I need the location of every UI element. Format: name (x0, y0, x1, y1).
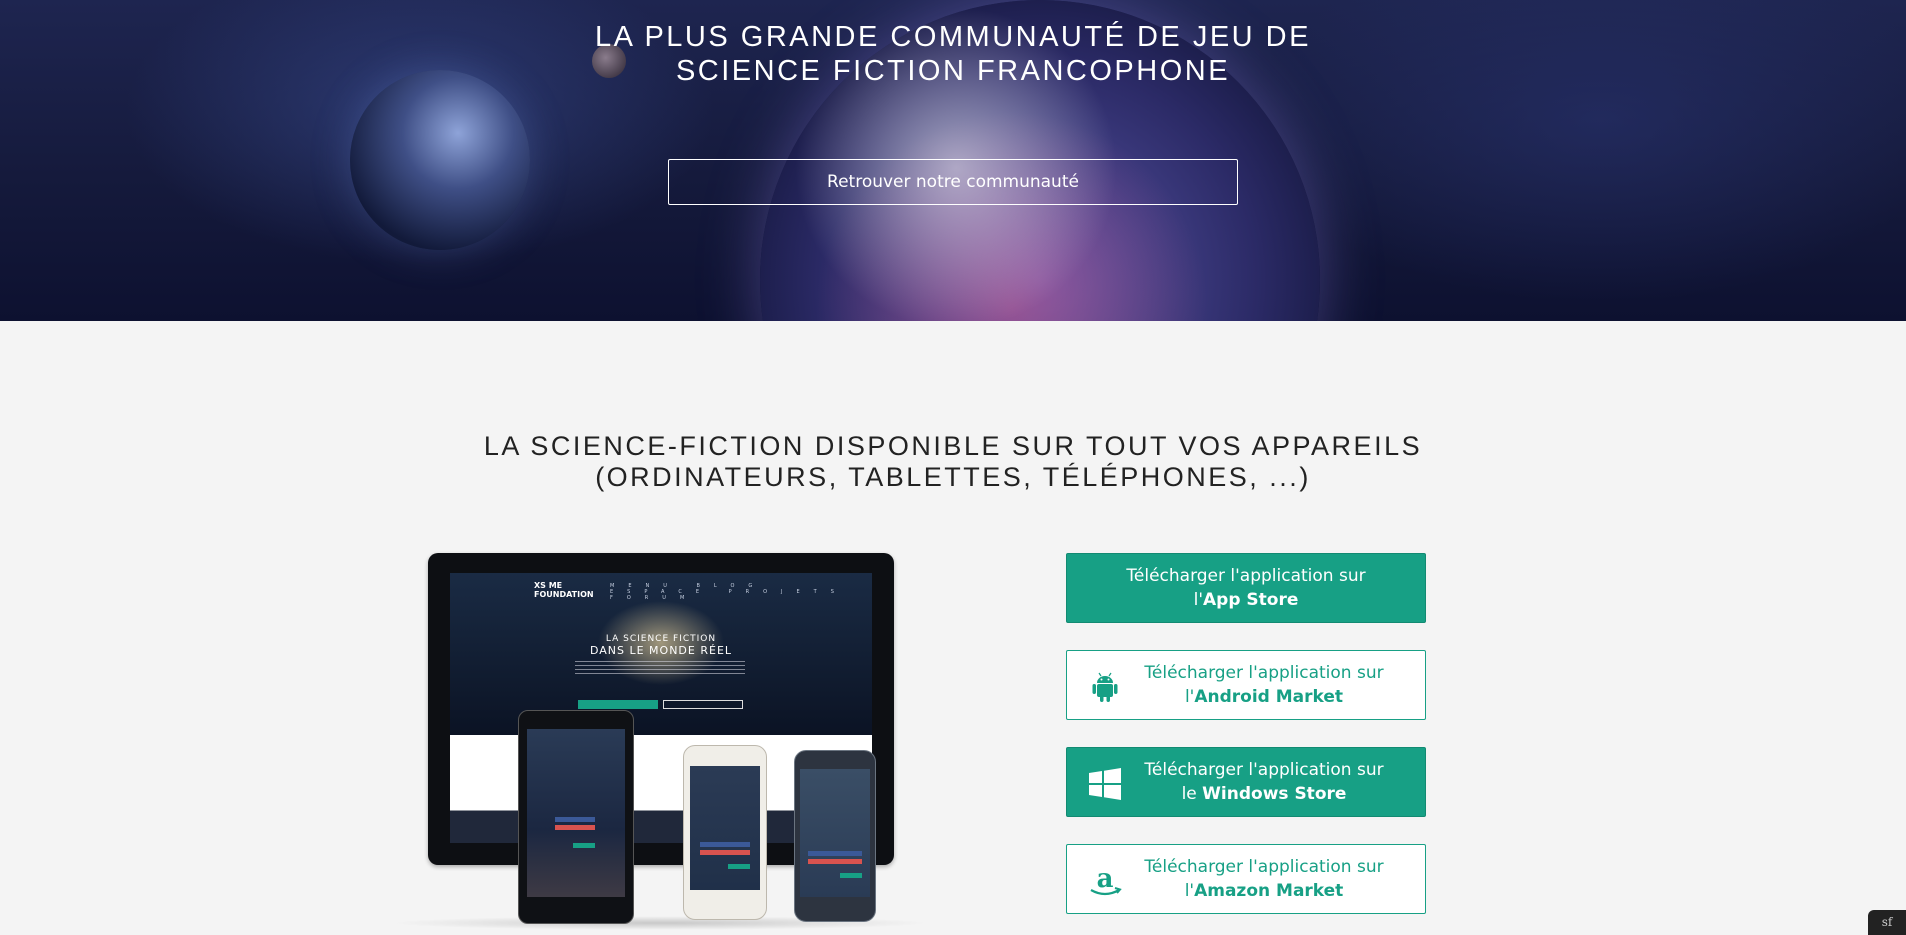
mockup-facebook-bar (808, 851, 862, 856)
phone-white (683, 745, 767, 920)
windows-icon (1087, 766, 1123, 802)
mockup-download-button (663, 700, 743, 709)
mockup-login-bar (728, 864, 750, 869)
find-community-button[interactable]: Retrouver notre communauté (668, 159, 1238, 205)
mockup-headline: LA SCIENCE FICTION DANS LE MONDE RÉEL (589, 634, 733, 657)
android-market-button[interactable]: Télécharger l'application sur l'Android M… (1066, 650, 1426, 720)
android-icon (1087, 669, 1123, 705)
amazon-market-label: Télécharger l'application sur l'Amazon Ma… (1144, 857, 1384, 901)
hero-banner: LA PLUS GRANDE COMMUNAUTÉ DE JEU DE SCIE… (0, 0, 1906, 321)
app-store-button[interactable]: Télécharger l'application sur l'App Store (1066, 553, 1426, 623)
debug-toolbar-toggle[interactable]: sf (1868, 910, 1906, 935)
phone-white-screen (690, 766, 760, 890)
mockup-facebook-bar (555, 817, 595, 822)
mockup-nav: MENU BLOG ESPACE PROJETS FORUM (610, 583, 848, 601)
phone-dark (794, 750, 876, 922)
devices-mockup-image: XS ME FOUNDATION MENU BLOG ESPACE PROJETS… (390, 550, 930, 935)
section-title-line-1: LA SCIENCE-FICTION DISPONIBLE SUR TOUT V… (483, 431, 1423, 461)
section-title: LA SCIENCE-FICTION DISPONIBLE SUR TOUT V… (453, 431, 1453, 493)
mockup-google-bar (700, 850, 750, 855)
android-market-label: Télécharger l'application sur l'Android M… (1144, 663, 1384, 707)
windows-store-button[interactable]: Télécharger l'application sur le Windows … (1066, 747, 1426, 817)
app-store-label: Télécharger l'application sur l'App Store (1126, 566, 1366, 610)
mockup-facebook-bar (700, 842, 750, 847)
planet-image (350, 70, 530, 250)
mockup-login-bar (840, 873, 862, 878)
amazon-market-button[interactable]: a Télécharger l'application sur l'Amazon … (1066, 844, 1426, 914)
mockup-signup-button (578, 700, 658, 709)
tablet-device (518, 710, 634, 924)
mockup-paragraph (575, 661, 745, 677)
svg-text:a: a (1097, 864, 1114, 894)
mockup-google-bar (808, 859, 862, 864)
section-title-line-2: (ORDINATEURS, TABLETTES, TÉLÉPHONES, ...… (595, 462, 1311, 492)
mockup-google-bar (555, 825, 595, 830)
tablet-screen (527, 729, 625, 897)
mockup-logo: XS ME FOUNDATION (534, 581, 594, 599)
hero-title: LA PLUS GRANDE COMMUNAUTÉ DE JEU DE SCIE… (595, 21, 1311, 87)
mockup-login-bar (573, 843, 595, 848)
phone-dark-screen (800, 769, 870, 897)
windows-store-label: Télécharger l'application sur le Windows … (1144, 760, 1384, 804)
amazon-icon: a (1087, 863, 1123, 899)
